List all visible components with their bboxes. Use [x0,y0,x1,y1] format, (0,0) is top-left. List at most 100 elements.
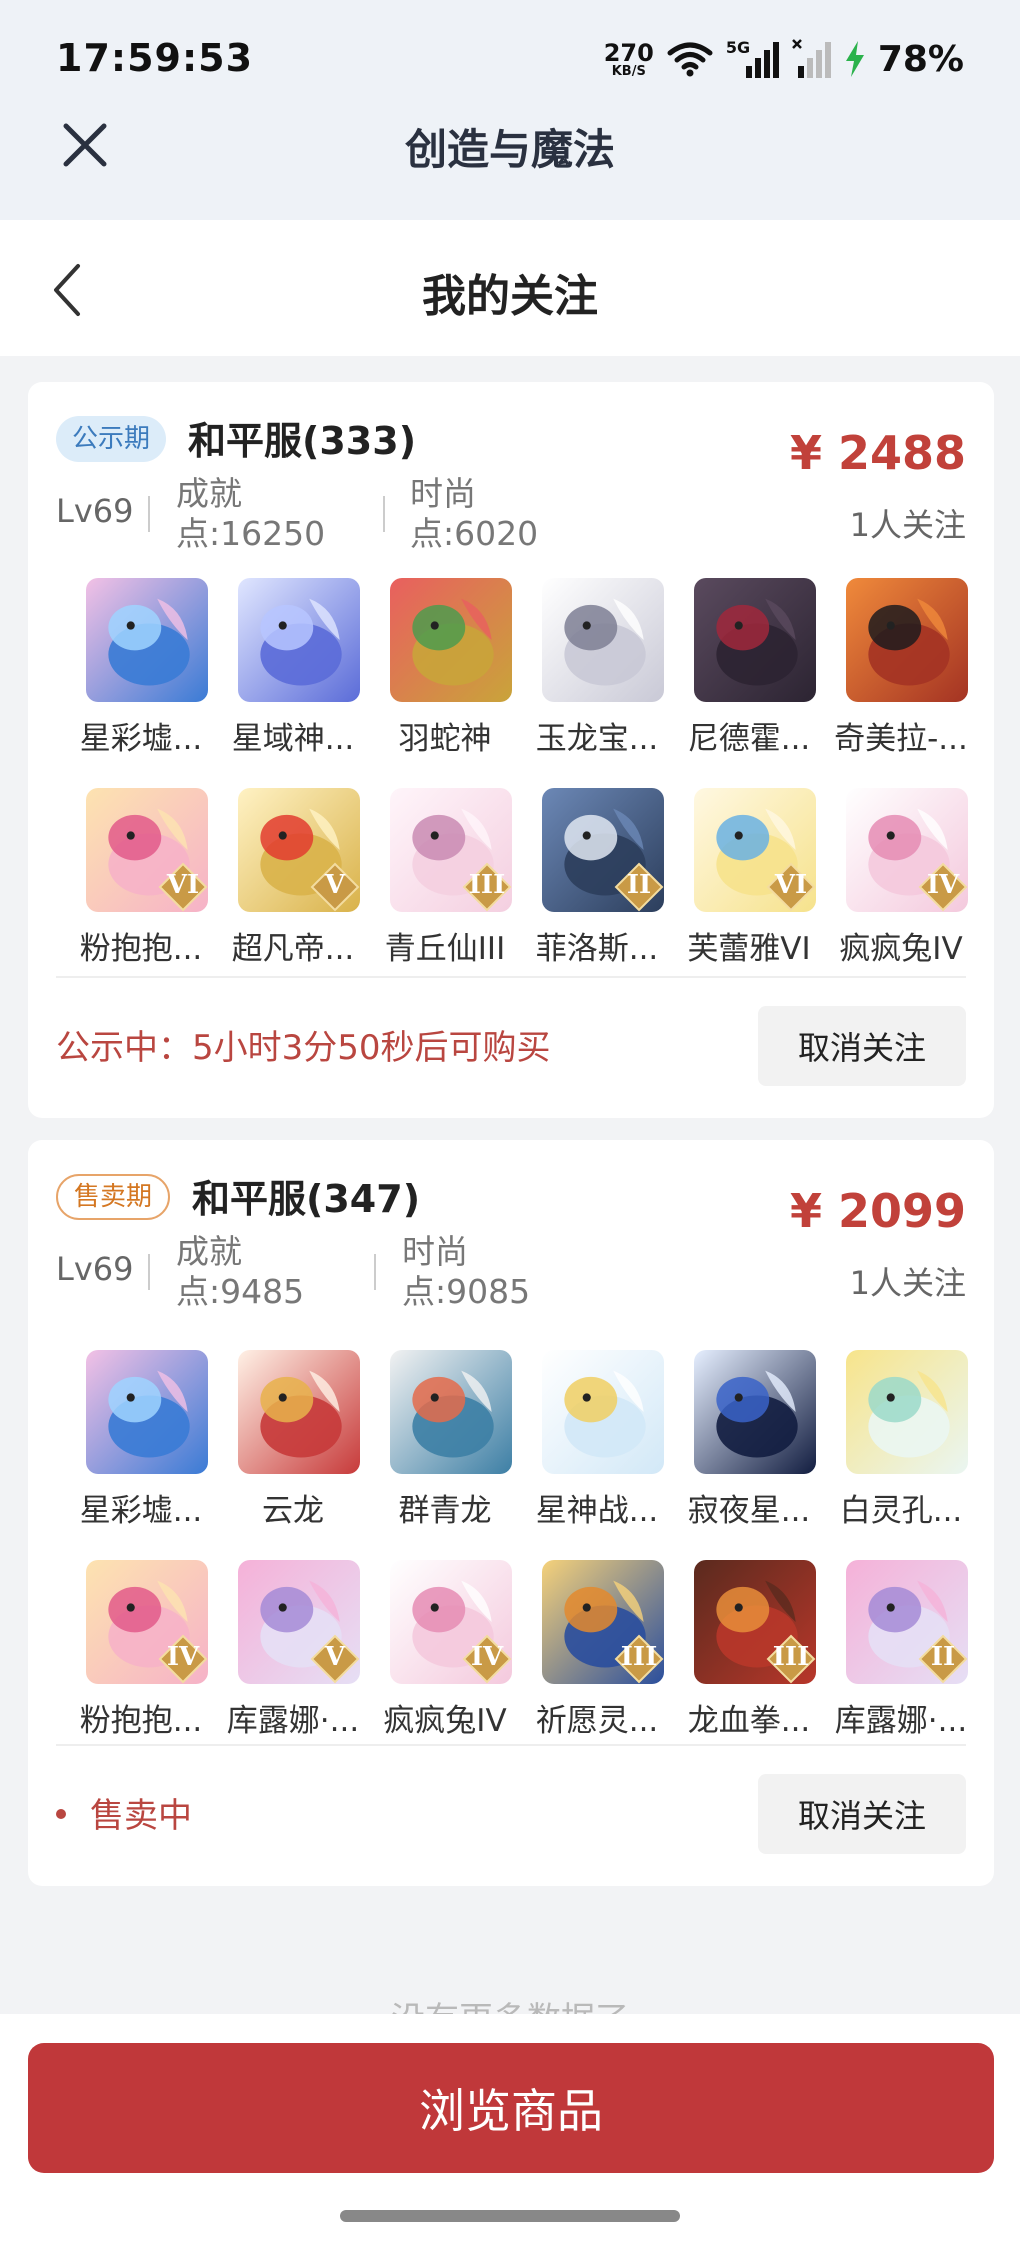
pet-item[interactable]: 尼德霍... [664,578,816,768]
pet-thumbnail [390,578,512,702]
server-name: 和平服(347) [192,1177,421,1221]
tier-label: V [324,870,346,900]
network-speed: 270 KB/S [604,41,654,78]
pet-thumbnail [846,578,968,702]
pet-item[interactable]: VI 粉抱抱... [56,788,208,978]
pet-item[interactable]: III 祈愿灵... [512,1560,664,1750]
tier-label: VI [774,870,808,900]
tier-badge: VI [766,862,816,912]
pet-item[interactable]: III 龙血拳... [664,1560,816,1750]
pet-item[interactable]: 云龙 [208,1350,360,1540]
app-title: 创造与魔法 [404,125,615,174]
pet-thumbnail: IV [390,1560,512,1684]
pet-thumbnail: V [238,788,360,912]
tier-label: III [620,1642,658,1672]
sale-status-label: 售卖中 [90,1796,192,1836]
pet-name: 粉抱抱... [79,1703,203,1739]
pet-name: 疯疯兔IV [839,931,963,967]
pet-item[interactable]: 寂夜星... [664,1350,816,1540]
pet-item[interactable]: 羽蛇神 [360,578,512,768]
tier-badge: II [614,862,664,912]
pet-thumbnail [694,1350,816,1474]
status-badge: 售卖期 [56,1174,171,1220]
divider [148,496,150,532]
bottom-bar: 浏览商品 [0,2014,1020,2243]
pet-item[interactable]: 白灵孔... [816,1350,968,1540]
pet-name: 星神战... [535,1493,659,1529]
pet-thumbnail [86,1350,208,1474]
pet-thumbnail [238,1350,360,1474]
pet-item[interactable]: II 菲洛斯... [512,788,664,978]
fashion-label: 时尚 [410,474,476,513]
sale-status: 公示中：5小时3分50秒后可购买 [56,1028,551,1068]
achievement-label: 成就 [176,474,242,513]
tier-badge: III [766,1634,816,1684]
pet-item[interactable]: 玉龙宝... [512,578,664,768]
pet-thumbnail [542,1350,664,1474]
pet-thumbnail: VI [86,788,208,912]
home-indicator[interactable] [340,2210,680,2222]
pet-item[interactable]: 群青龙 [360,1350,512,1540]
pet-name: 白灵孔... [839,1493,963,1529]
browse-products-button[interactable]: 浏览商品 [28,2043,994,2173]
level: Lv69 [56,492,134,530]
wifi-icon [667,42,713,77]
status-icons: 270 KB/S 5G 78% [604,36,964,82]
pet-thumbnail [542,578,664,702]
pet-item[interactable]: 星彩墟... [56,578,208,768]
listing-card[interactable]: 售卖期 和平服(347) ¥ 2099 1人关注 Lv69 成就 点:9485 … [28,1140,994,1886]
pet-thumbnail: IV [846,788,968,912]
tier-badge: IV [462,1634,512,1684]
pet-name: 羽蛇神 [398,721,492,757]
pet-name: 玉龙宝... [535,721,659,757]
unfollow-button[interactable]: 取消关注 [758,1006,966,1086]
network-speed-unit: KB/S [611,63,646,79]
pet-item[interactable]: 奇美拉-... [816,578,968,768]
pet-grid: 星彩墟... 云龙 群青龙 星神战... 寂夜星... 白灵孔... IV 粉抱抱... V 库露… [56,1350,968,1750]
tier-label: III [772,1642,810,1672]
status-dot [56,1808,66,1819]
fashion-stat: 时尚 点:9085 [402,1232,530,1312]
tier-label: II [930,1642,956,1672]
pet-thumbnail [86,578,208,702]
pet-name: 超凡帝... [231,931,355,967]
pet-item[interactable]: IV 疯疯兔IV [360,1560,512,1750]
pet-item[interactable]: II 库露娜·... [816,1560,968,1750]
pet-name: 菲洛斯... [535,931,659,967]
page-header: 我的关注 [0,220,1020,356]
pet-item[interactable]: 星域神... [208,578,360,768]
tier-badge: IV [158,1634,208,1684]
pet-item[interactable]: 星彩墟... [56,1350,208,1540]
tier-label: IV [926,870,960,900]
tier-label: III [468,870,506,900]
pet-name: 寂夜星... [687,1493,811,1529]
unfollow-button[interactable]: 取消关注 [758,1774,966,1854]
pet-item[interactable]: IV 粉抱抱... [56,1560,208,1750]
pet-item[interactable]: V 库露娜·... [208,1560,360,1750]
follower-count: 1人关注 [849,506,966,544]
pet-name: 粉抱抱... [79,931,203,967]
pet-thumbnail: II [542,788,664,912]
network-speed-value: 270 [603,38,654,67]
pet-name: 库露娜·... [226,1703,360,1739]
pet-name: 群青龙 [398,1493,492,1529]
pet-item[interactable]: III 青丘仙III [360,788,512,978]
pet-thumbnail: II [846,1560,968,1684]
pet-thumbnail [846,1350,968,1474]
divider [148,1254,150,1290]
level: Lv69 [56,1250,134,1288]
tier-label: II [626,870,652,900]
pet-item[interactable]: VI 芙蕾雅VI [664,788,816,978]
pet-item[interactable]: V 超凡帝... [208,788,360,978]
tier-label: IV [470,1642,504,1672]
pet-thumbnail: III [542,1560,664,1684]
pet-name: 龙血拳... [687,1703,811,1739]
pet-thumbnail: III [694,1560,816,1684]
price: ¥ 2488 [789,426,966,480]
divider [383,496,385,532]
listing-card[interactable]: 公示期 和平服(333) ¥ 2488 1人关注 Lv69 成就 点:16250… [28,382,994,1118]
achievement-stat: 成就 点:9485 [176,1232,304,1312]
pet-item[interactable]: 星神战... [512,1350,664,1540]
pet-thumbnail [390,1350,512,1474]
pet-item[interactable]: IV 疯疯兔IV [816,788,968,978]
